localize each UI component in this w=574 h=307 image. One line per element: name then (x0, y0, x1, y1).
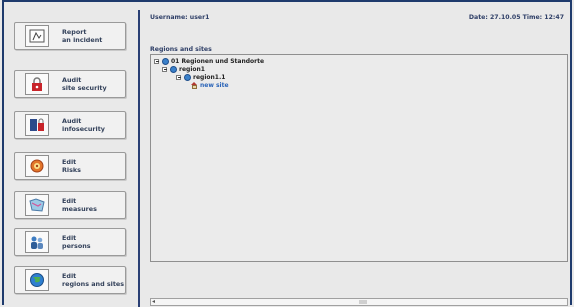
edit-risks-label: Edit Risks (62, 158, 81, 174)
edit-measures-button[interactable]: Edit measures (14, 191, 126, 219)
tree-node-region1[interactable]: region1 (162, 65, 205, 73)
report-incident-button[interactable]: Report an incident (14, 22, 126, 50)
main-panel: Username: user1 Date: 27.10.05 Time: 12:… (138, 10, 570, 307)
collapse-toggle-icon[interactable] (176, 74, 181, 80)
edit-persons-label: Edit persons (62, 234, 91, 250)
audit-site-security-button[interactable]: Audit site security (14, 70, 126, 98)
measures-map-icon (25, 194, 49, 216)
globe-icon (162, 57, 169, 65)
datetime-label: Date: 27.10.05 Time: 12:47 (468, 14, 564, 21)
scroll-left-icon[interactable]: ◂ (152, 299, 155, 305)
tree-node-label: new site (200, 81, 229, 89)
edit-risks-button[interactable]: Edit Risks (14, 152, 126, 180)
tree-node-label: region1.1 (193, 73, 226, 81)
risk-alert-icon (25, 155, 49, 177)
incident-board-icon (25, 25, 49, 47)
globe-icon (25, 269, 49, 291)
globe-icon (184, 73, 191, 81)
tree-node-region1-1[interactable]: region1.1 (176, 73, 225, 81)
sidebar: Report an incident Audit site security Aud… (14, 10, 132, 305)
audit-infosecurity-button[interactable]: Audit infosecurity (14, 111, 126, 139)
edit-regions-sites-button[interactable]: Edit regions and sites (14, 266, 126, 294)
server-lock-icon (25, 114, 49, 136)
persons-icon (25, 231, 49, 253)
username-label: Username: user1 (150, 14, 210, 21)
edit-measures-label: Edit measures (62, 197, 97, 213)
collapse-toggle-icon[interactable] (154, 58, 159, 64)
report-incident-label: Report an incident (62, 28, 103, 44)
padlock-icon (25, 73, 49, 95)
scroll-thumb[interactable] (359, 300, 367, 304)
section-title: Regions and sites (150, 46, 212, 53)
tree-node-new-site[interactable]: new site (188, 81, 229, 89)
edit-regions-sites-label: Edit regions and sites (62, 272, 125, 288)
collapse-toggle-icon[interactable] (162, 66, 167, 72)
tree-node-root[interactable]: 01 Regionen und Standorte (154, 57, 264, 65)
audit-site-security-label: Audit site security (62, 76, 107, 92)
app-window: Report an incident Audit site security Aud… (2, 0, 572, 307)
tree-node-label: region1 (179, 65, 205, 73)
regions-tree: 01 Regionen und Standorte region1 region… (150, 54, 568, 262)
home-icon (191, 81, 198, 89)
edit-persons-button[interactable]: Edit persons (14, 228, 126, 256)
audit-infosecurity-label: Audit infosecurity (62, 117, 105, 133)
globe-icon (170, 65, 177, 73)
tree-node-label: 01 Regionen und Standorte (171, 57, 265, 65)
